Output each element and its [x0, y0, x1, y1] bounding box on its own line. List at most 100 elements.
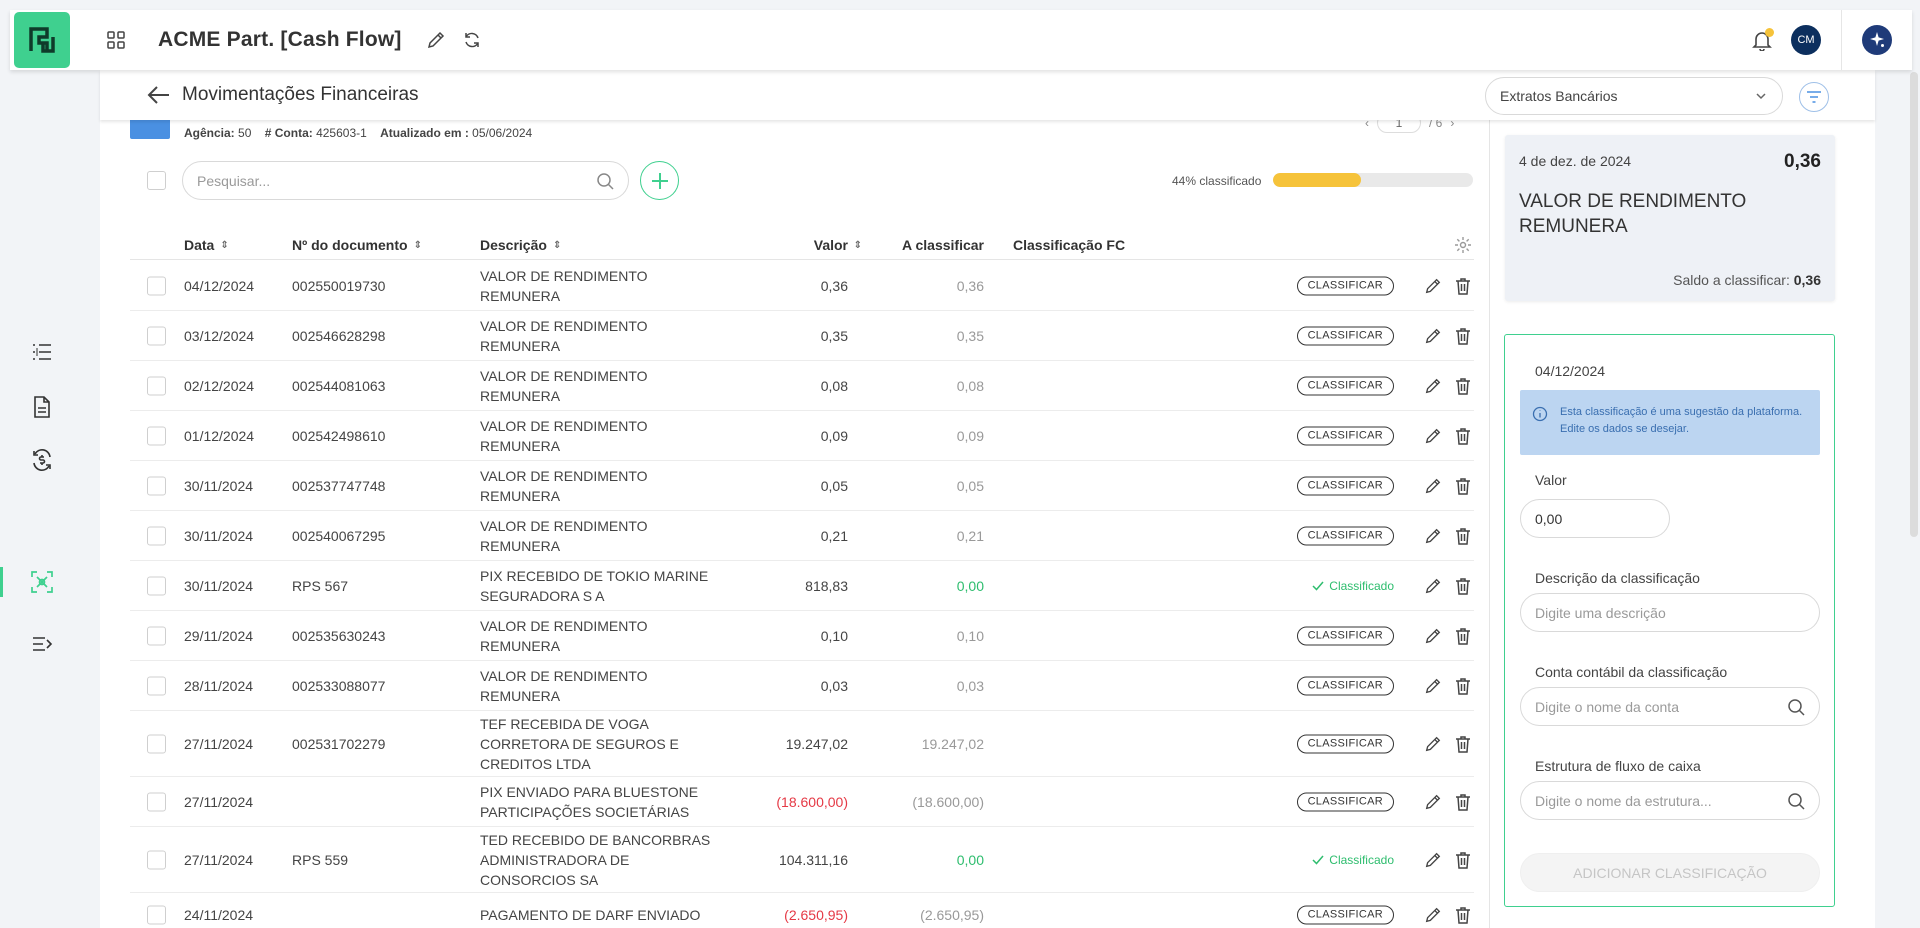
conta-input[interactable]	[1535, 698, 1779, 715]
apps-grid-icon[interactable]	[104, 28, 128, 52]
delete-trash-icon[interactable]	[1452, 275, 1474, 297]
table-row[interactable]: 24/11/2024 PAGAMENTO DE DARF ENVIADO (2.65…	[130, 893, 1474, 928]
delete-trash-icon[interactable]	[1452, 791, 1474, 813]
row-valor: (2.650,95)	[784, 907, 848, 923]
classify-button[interactable]: CLASSIFICAR	[1296, 476, 1394, 495]
classify-button[interactable]: CLASSIFICAR	[1296, 426, 1394, 445]
table-row[interactable]: 27/11/2024 PIX ENVIADO PARA BLUESTONE PAR…	[130, 777, 1474, 827]
edit-pencil-icon[interactable]	[1422, 325, 1444, 347]
edit-title-icon[interactable]	[424, 28, 448, 52]
col-doc[interactable]: Nº do documento ⇕	[292, 237, 422, 253]
classify-button[interactable]: CLASSIFICAR	[1296, 905, 1394, 925]
classify-button[interactable]: CLASSIFICAR	[1296, 626, 1394, 645]
col-valor[interactable]: Valor ⇕	[814, 237, 862, 253]
valor-input[interactable]	[1535, 510, 1655, 527]
filter-icon[interactable]	[1799, 82, 1829, 112]
table-row[interactable]: 02/12/2024 002544081063 VALOR DE RENDIMENT…	[130, 361, 1474, 411]
notification-dot	[1765, 28, 1774, 37]
row-checkbox[interactable]	[147, 576, 166, 595]
table-row[interactable]: 01/12/2024 002542498610 VALOR DE RENDIMENT…	[130, 411, 1474, 461]
edit-pencil-icon[interactable]	[1422, 525, 1444, 547]
row-description: VALOR DE RENDIMENTO REMUNERA	[480, 367, 648, 404]
delete-trash-icon[interactable]	[1452, 575, 1474, 597]
row-checkbox[interactable]	[147, 526, 166, 545]
back-arrow-icon[interactable]	[146, 82, 172, 108]
add-transaction-button[interactable]	[640, 161, 679, 200]
table-row[interactable]: 30/11/2024 RPS 567 PIX RECEBIDO DE TOKIO M…	[130, 561, 1474, 611]
estrutura-input[interactable]	[1535, 792, 1779, 809]
edit-pencil-icon[interactable]	[1422, 375, 1444, 397]
row-checkbox[interactable]	[147, 626, 166, 645]
delete-trash-icon[interactable]	[1452, 375, 1474, 397]
nav-list-icon[interactable]	[28, 338, 56, 366]
edit-pencil-icon[interactable]	[1422, 425, 1444, 447]
row-checkbox[interactable]	[147, 905, 166, 925]
classify-button[interactable]: CLASSIFICAR	[1296, 276, 1394, 295]
edit-pencil-icon[interactable]	[1422, 475, 1444, 497]
search-input[interactable]	[197, 172, 577, 189]
classify-button[interactable]: CLASSIFICAR	[1296, 676, 1394, 695]
user-avatar[interactable]: CM	[1791, 25, 1821, 55]
edit-pencil-icon[interactable]	[1422, 625, 1444, 647]
table-row[interactable]: 04/12/2024 002550019730 VALOR DE RENDIMENT…	[130, 261, 1474, 311]
table-row[interactable]: 27/11/2024 002531702279 TEF RECEBIDA DE VO…	[130, 711, 1474, 777]
nav-currency-exchange-icon[interactable]	[28, 446, 56, 474]
edit-pencil-icon[interactable]	[1422, 275, 1444, 297]
delete-trash-icon[interactable]	[1452, 849, 1474, 871]
row-checkbox[interactable]	[147, 734, 166, 753]
delete-trash-icon[interactable]	[1452, 475, 1474, 497]
refresh-icon[interactable]	[460, 28, 484, 52]
row-checkbox[interactable]	[147, 850, 166, 869]
nav-document-icon[interactable]	[28, 393, 56, 421]
edit-pencil-icon[interactable]	[1422, 675, 1444, 697]
classify-button[interactable]: CLASSIFICAR	[1296, 376, 1394, 395]
edit-pencil-icon[interactable]	[1422, 791, 1444, 813]
row-date: 01/12/2024	[184, 427, 255, 444]
delete-trash-icon[interactable]	[1452, 675, 1474, 697]
table-settings-gear-icon[interactable]	[1454, 236, 1472, 257]
table-row[interactable]: 30/11/2024 002537747748 VALOR DE RENDIMENT…	[130, 461, 1474, 511]
edit-pencil-icon[interactable]	[1422, 904, 1444, 926]
row-checkbox[interactable]	[147, 326, 166, 345]
nav-export-icon[interactable]	[28, 630, 56, 658]
row-checkbox[interactable]	[147, 426, 166, 445]
row-checkbox[interactable]	[147, 376, 166, 395]
table-row[interactable]: 30/11/2024 002540067295 VALOR DE RENDIMENT…	[130, 511, 1474, 561]
check-icon	[1312, 855, 1324, 865]
delete-trash-icon[interactable]	[1452, 733, 1474, 755]
delete-trash-icon[interactable]	[1452, 425, 1474, 447]
delete-trash-icon[interactable]	[1452, 325, 1474, 347]
ai-assistant-icon[interactable]	[1862, 25, 1892, 55]
add-classification-button[interactable]: ADICIONAR CLASSIFICAÇÃO	[1520, 853, 1820, 892]
search-icon[interactable]	[1787, 698, 1805, 716]
row-checkbox[interactable]	[147, 476, 166, 495]
edit-pencil-icon[interactable]	[1422, 849, 1444, 871]
search-icon[interactable]	[1787, 792, 1805, 810]
table-row[interactable]: 29/11/2024 002535630243 VALOR DE RENDIMENT…	[130, 611, 1474, 661]
delete-trash-icon[interactable]	[1452, 904, 1474, 926]
nav-reconciliation-icon[interactable]	[28, 568, 56, 596]
descricao-input[interactable]	[1535, 604, 1805, 621]
col-desc[interactable]: Descrição ⇕	[480, 237, 561, 253]
notifications-icon[interactable]	[1749, 27, 1775, 53]
select-all-checkbox[interactable]	[147, 171, 166, 190]
statement-type-select[interactable]: Extratos Bancários	[1485, 77, 1783, 115]
app-logo[interactable]	[14, 12, 70, 68]
delete-trash-icon[interactable]	[1452, 525, 1474, 547]
col-data[interactable]: Data ⇕	[184, 237, 229, 253]
classify-button[interactable]: CLASSIFICAR	[1296, 734, 1394, 753]
classify-button[interactable]: CLASSIFICAR	[1296, 326, 1394, 345]
classify-button[interactable]: CLASSIFICAR	[1296, 526, 1394, 545]
delete-trash-icon[interactable]	[1452, 625, 1474, 647]
table-row[interactable]: 03/12/2024 002546628298 VALOR DE RENDIMENT…	[130, 311, 1474, 361]
table-row[interactable]: 28/11/2024 002533088077 VALOR DE RENDIMENT…	[130, 661, 1474, 711]
edit-pencil-icon[interactable]	[1422, 575, 1444, 597]
row-checkbox[interactable]	[147, 276, 166, 295]
search-icon[interactable]	[596, 172, 614, 190]
row-checkbox[interactable]	[147, 792, 166, 811]
scrollbar-thumb[interactable]	[1910, 72, 1918, 537]
table-row[interactable]: 27/11/2024 RPS 559 TED RECEBIDO DE BANCORB…	[130, 827, 1474, 893]
row-checkbox[interactable]	[147, 676, 166, 695]
classify-button[interactable]: CLASSIFICAR	[1296, 792, 1394, 811]
edit-pencil-icon[interactable]	[1422, 733, 1444, 755]
